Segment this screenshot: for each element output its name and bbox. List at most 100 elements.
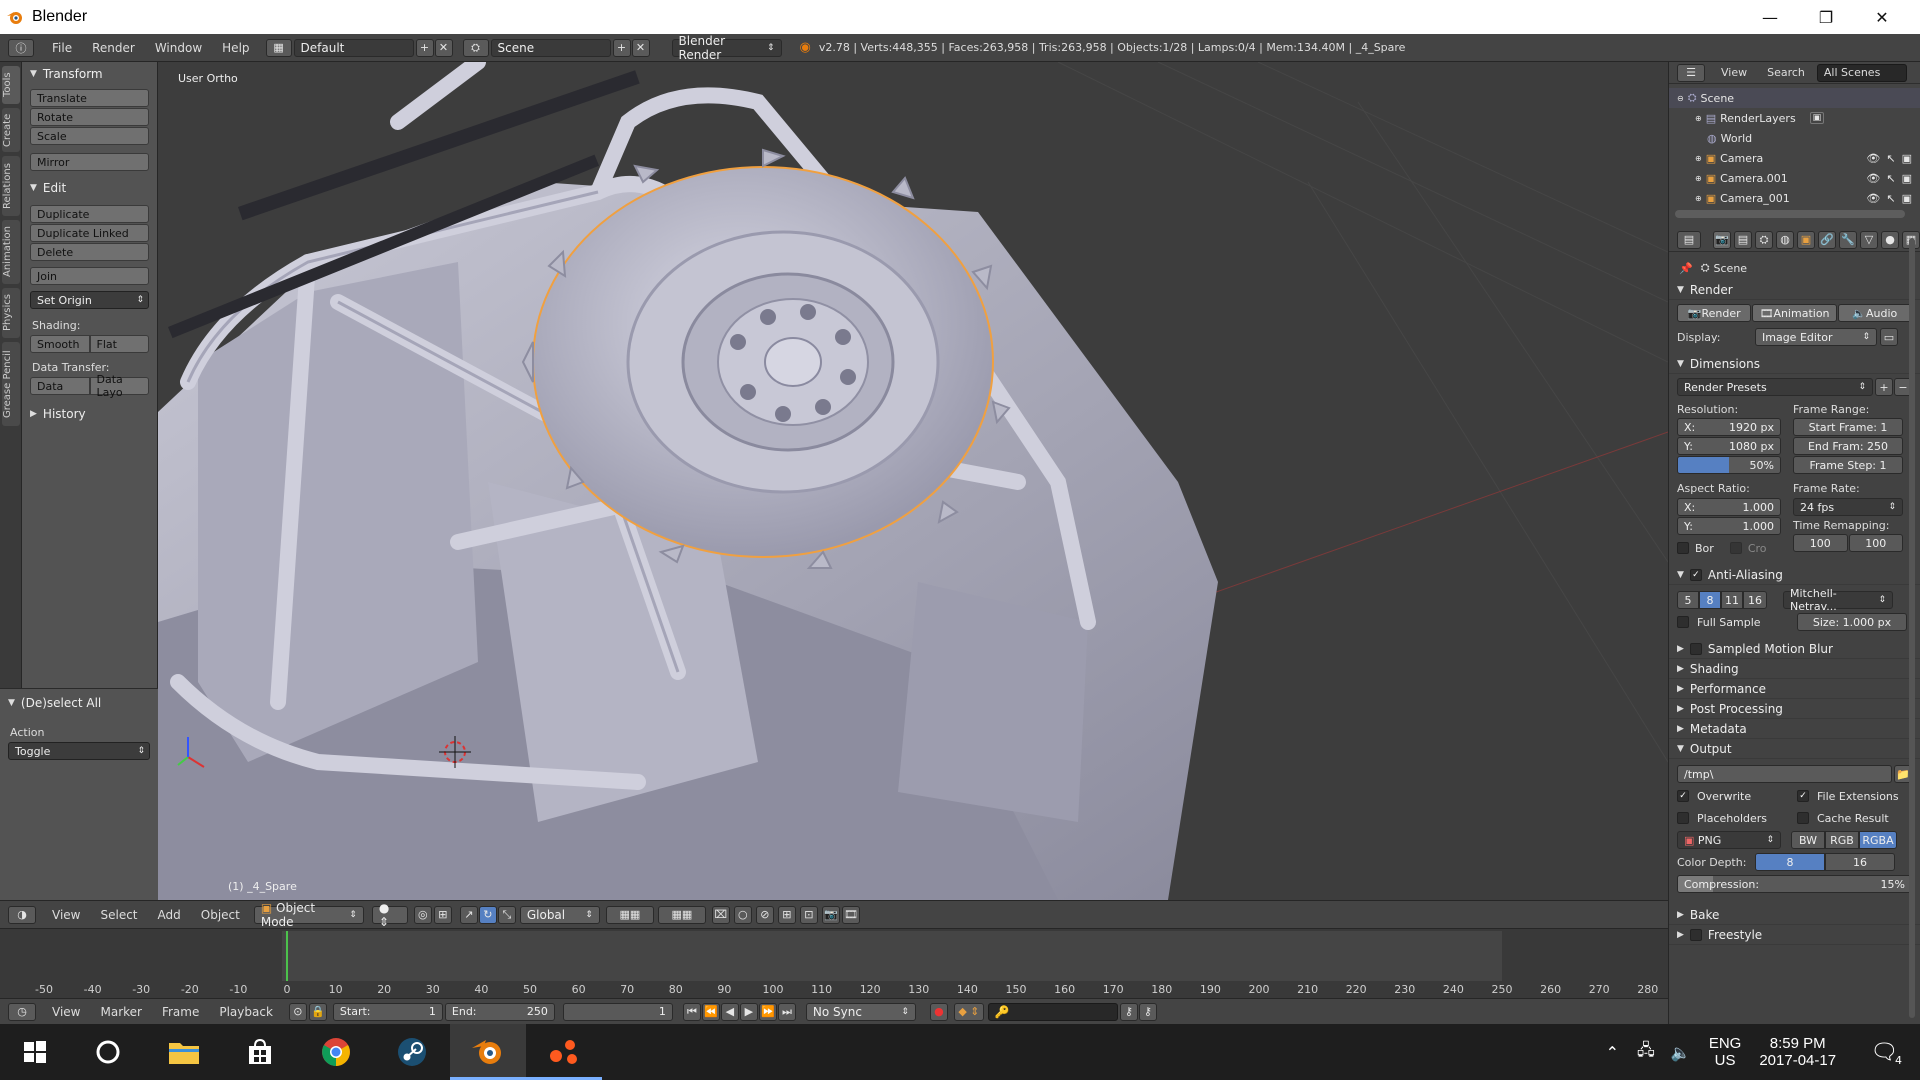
compression-slider[interactable]: Compression: 15% [1677, 875, 1912, 893]
blender-taskbar[interactable] [450, 1024, 526, 1080]
menu-view[interactable]: View [42, 908, 90, 922]
frame-step-field[interactable]: Frame Step: 1 [1793, 456, 1903, 474]
aa-samples-5[interactable]: 5 [1677, 591, 1699, 609]
add-layout-icon[interactable]: + [415, 38, 434, 57]
aspect-y-field[interactable]: Y: 1.000 [1677, 517, 1781, 535]
outliner-item-camera-001b[interactable]: ⊕ ▣ Camera_001 👁 ↖ ▣ [1669, 188, 1920, 208]
select-arrow-icon[interactable]: ↖ [1886, 192, 1895, 205]
network-icon[interactable]: 🖧 [1637, 1039, 1655, 1066]
chrome-taskbar[interactable] [298, 1024, 374, 1080]
editor-type-info-icon[interactable]: ⓘ [8, 38, 34, 57]
sampled-motion-blur-panel-header[interactable]: ▶ Sampled Motion Blur [1669, 639, 1920, 659]
anti-aliasing-checkbox[interactable]: ✓ [1689, 568, 1702, 581]
material-tab-icon[interactable]: ● [1881, 230, 1899, 249]
add-preset-icon[interactable]: + [1875, 378, 1893, 396]
lock-layers-icon[interactable]: ⌧ [711, 905, 730, 924]
anti-aliasing-panel-header[interactable]: ▼ ✓ Anti-Aliasing [1669, 565, 1920, 585]
volume-icon[interactable]: 🔈 [1671, 1043, 1691, 1062]
jump-start-icon[interactable]: ⏮ [682, 1002, 701, 1021]
render-camera-icon[interactable]: ▣ [1902, 172, 1912, 185]
full-sample-checkbox[interactable] [1677, 616, 1689, 628]
color-rgba-button[interactable]: RGBA [1859, 831, 1897, 849]
clock[interactable]: 8:59 PM 2017-04-17 [1759, 1035, 1836, 1069]
cortana-button[interactable] [70, 1024, 146, 1080]
store-taskbar[interactable] [222, 1024, 298, 1080]
overwrite-checkbox[interactable]: ✓ [1677, 790, 1689, 802]
render-preview-icon[interactable]: 📷 [821, 905, 840, 924]
outliner-item-renderlayers[interactable]: ⊕ ▤ RenderLayers ▣ [1669, 108, 1920, 128]
proportional-edit-icon[interactable]: ○ [733, 905, 752, 924]
aa-samples-8[interactable]: 8 [1699, 591, 1721, 609]
render-button[interactable]: 📷 Render [1677, 304, 1752, 322]
snap-target-icon[interactable]: ⊡ [799, 905, 818, 924]
render-animation-icon[interactable]: 🎞 [841, 905, 860, 924]
visibility-eye-icon[interactable]: 👁 [1866, 192, 1880, 205]
time-remap-old-field[interactable]: 100 [1793, 534, 1848, 552]
scene-tab-icon[interactable]: ⛭ [1755, 230, 1773, 249]
current-frame-marker[interactable] [286, 931, 288, 981]
snap-element-icon[interactable]: ⊞ [777, 905, 796, 924]
action-select[interactable]: Toggle ⇕ [8, 742, 150, 760]
steam-taskbar[interactable] [374, 1024, 450, 1080]
action-center-button[interactable]: 🗨 4 [1870, 1040, 1904, 1067]
freestyle-checkbox[interactable] [1689, 928, 1702, 941]
visibility-eye-icon[interactable]: 👁 [1866, 172, 1880, 185]
aa-filter-select[interactable]: Mitchell-Netrav... ⇕ [1783, 587, 1893, 613]
resolution-percentage-field[interactable]: 50% [1677, 456, 1781, 474]
menu-frame[interactable]: Frame [152, 1005, 209, 1019]
color-depth-8-button[interactable]: 8 [1755, 853, 1825, 871]
set-origin-select[interactable]: Set Origin ⇕ [30, 291, 149, 309]
deselect-all-panel-header[interactable]: ▼ (De)select All [0, 693, 158, 713]
placeholders-checkbox[interactable] [1677, 812, 1689, 824]
jump-end-icon[interactable]: ⏭ [777, 1002, 796, 1021]
preview-range-icon[interactable]: ⊙ [288, 1002, 307, 1021]
render-camera-icon[interactable]: ▣ [1902, 152, 1912, 165]
menu-window[interactable]: Window [145, 41, 212, 55]
scene-field[interactable]: Scene [490, 38, 611, 57]
time-remap-new-field[interactable]: 100 [1848, 534, 1903, 552]
play-reverse-icon[interactable]: ◀ [720, 1002, 739, 1021]
data-tab-icon[interactable]: ▽ [1860, 230, 1878, 249]
scale-button[interactable]: Scale [30, 127, 149, 145]
editor-type-properties-icon[interactable]: ▤ [1677, 230, 1701, 249]
render-tab-icon[interactable]: 📷 [1713, 230, 1731, 249]
editor-type-3d-icon[interactable]: ◑ [8, 905, 36, 924]
render-engine-select[interactable]: Blender Render ⇕ [671, 34, 782, 62]
file-explorer-taskbar[interactable] [146, 1024, 222, 1080]
smooth-button[interactable]: Smooth [30, 335, 90, 353]
pivot-icon[interactable]: ◎ [413, 905, 432, 924]
tab-animation[interactable]: Animation [2, 220, 20, 284]
app-taskbar-orange[interactable] [526, 1024, 602, 1080]
aa-samples-16[interactable]: 16 [1743, 591, 1767, 609]
resolution-y-field[interactable]: Y: 1080 px [1677, 437, 1781, 455]
scale-manipulator-icon[interactable]: ⤡ [497, 905, 516, 924]
visibility-eye-icon[interactable]: 👁 [1866, 152, 1880, 165]
render-camera-icon[interactable]: ▣ [1902, 192, 1912, 205]
aa-size-field[interactable]: Size: 1.000 px [1797, 613, 1907, 631]
freestyle-panel-header[interactable]: ▶ Freestyle [1669, 925, 1920, 945]
history-panel-header[interactable]: ▶ History [22, 404, 157, 424]
menu-help[interactable]: Help [212, 41, 259, 55]
layers-grid-icon[interactable]: ▦▦ [605, 905, 654, 924]
jump-keyframe-back-icon[interactable]: ⏪ [701, 1002, 720, 1021]
translate-manipulator-icon[interactable]: ↗ [459, 905, 478, 924]
render-panel-header[interactable]: ▼ Render [1669, 280, 1920, 300]
bake-panel-header[interactable]: ▶ Bake [1669, 905, 1920, 925]
color-depth-16-button[interactable]: 16 [1825, 853, 1895, 871]
pin-icon[interactable]: 📌 [1679, 262, 1693, 275]
tab-create[interactable]: Create [2, 108, 20, 152]
layers-grid-2-icon[interactable]: ▦▦ [657, 905, 706, 924]
editor-type-timeline-icon[interactable]: ◷ [8, 1002, 36, 1021]
translate-button[interactable]: Translate [30, 89, 149, 107]
start-frame-field[interactable]: Start: 1 [332, 1002, 443, 1021]
start-button[interactable] [0, 1024, 70, 1080]
transform-panel-header[interactable]: ▼ Transform [22, 64, 157, 84]
rotate-button[interactable]: Rotate [30, 108, 149, 126]
mirror-button[interactable]: Mirror [30, 153, 149, 171]
resolution-x-field[interactable]: X: 1920 px [1677, 418, 1781, 436]
start-frame-field[interactable]: Start Frame: 1 [1793, 418, 1903, 436]
display-select[interactable]: Image Editor ⇕ [1755, 328, 1877, 346]
lock-frame-icon[interactable]: 🔒 [308, 1002, 327, 1021]
duplicate-linked-button[interactable]: Duplicate Linked [30, 224, 149, 242]
delete-button[interactable]: Delete [30, 243, 149, 261]
